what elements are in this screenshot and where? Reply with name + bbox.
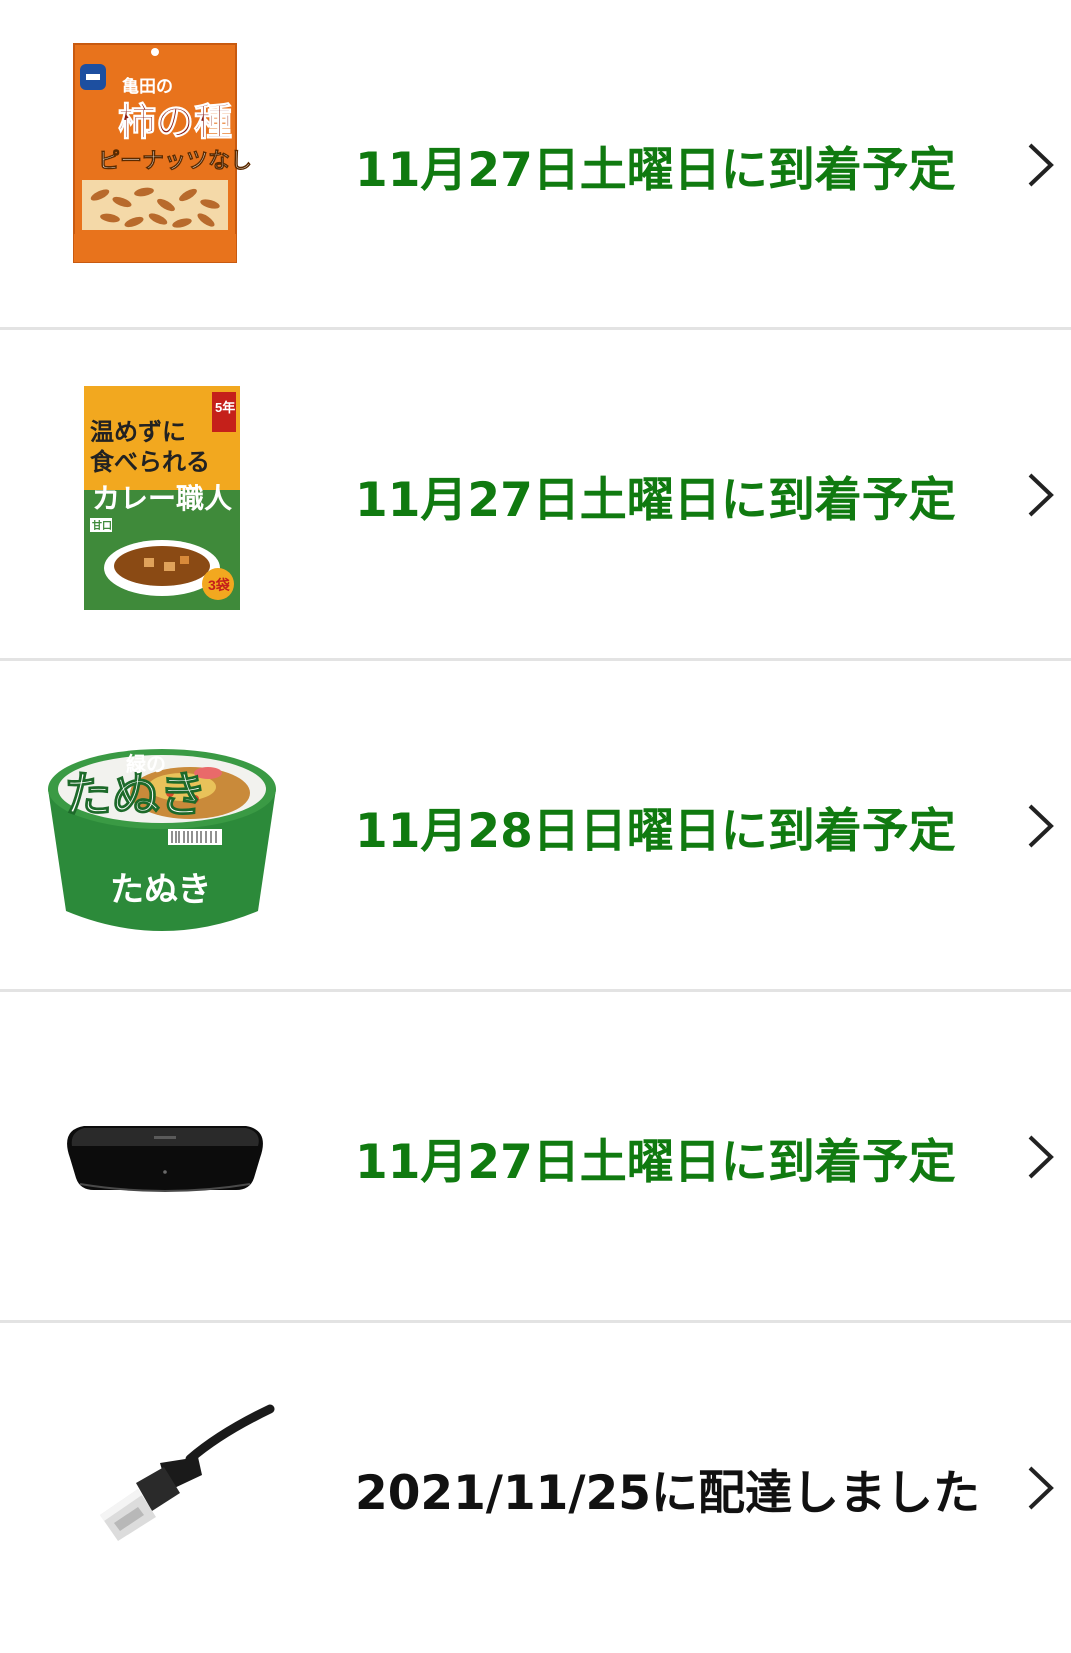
delivery-status-text: 11月27日土曜日に到着予定 [355, 1134, 956, 1190]
order-row-3[interactable]: たぬき 緑の たぬき 11月28日日曜日に到着予定 [0, 661, 1071, 991]
tanuki-soba-cup-noodle-image: たぬき 緑の たぬき [48, 749, 276, 931]
package-name: カレー職人 [92, 483, 232, 514]
package-count: 3袋 [208, 577, 231, 593]
package-line2: 食べられる [90, 448, 210, 476]
package-brand: 亀田の [122, 76, 173, 96]
package-line1: 温めずに [90, 419, 186, 446]
package-sub: ピーナッツなし [98, 148, 252, 173]
package-name: 柿の種 [118, 102, 232, 144]
package-name-lower: たぬき [110, 871, 211, 909]
order-row-2[interactable]: 5年 温めずに 食べられる カレー職人 甘口 3袋 11月27日土曜日に到着予定 [0, 330, 1071, 660]
chevron-right-icon [1020, 992, 1060, 1322]
chevron-right-icon [1020, 661, 1060, 991]
delivery-status-text: 11月27日土曜日に到着予定 [355, 142, 956, 198]
chevron-right-icon [1020, 330, 1060, 660]
package-name: たぬき [64, 769, 207, 822]
curry-pouch-package-image: 5年 温めずに 食べられる カレー職人 甘口 3袋 [84, 386, 240, 610]
delivery-status-text: 11月27日土曜日に到着予定 [355, 472, 956, 528]
delivery-status-text: 11月28日日曜日に到着予定 [355, 803, 956, 859]
chevron-right-icon [1020, 1323, 1060, 1653]
package-sub: 緑の [126, 752, 166, 776]
order-row-4[interactable]: 11月27日土曜日に到着予定 [0, 992, 1071, 1322]
delivery-status-text: 2021/11/25に配達しました [355, 1465, 980, 1521]
package-taste: 甘口 [92, 519, 112, 532]
network-switch-device-image [67, 1126, 263, 1192]
package-badge: 5年 [215, 400, 235, 415]
chevron-right-icon [1020, 0, 1060, 330]
order-row-5[interactable]: 2021/11/25に配達しました [0, 1323, 1071, 1653]
order-row-1[interactable]: 亀田の 柿の種 ピーナッツなし 11月27日土曜日に到着予定 [0, 0, 1071, 330]
kakinotane-snack-package-image: 亀田の 柿の種 ピーナッツなし [73, 43, 252, 263]
lan-cable-image [100, 1404, 275, 1541]
